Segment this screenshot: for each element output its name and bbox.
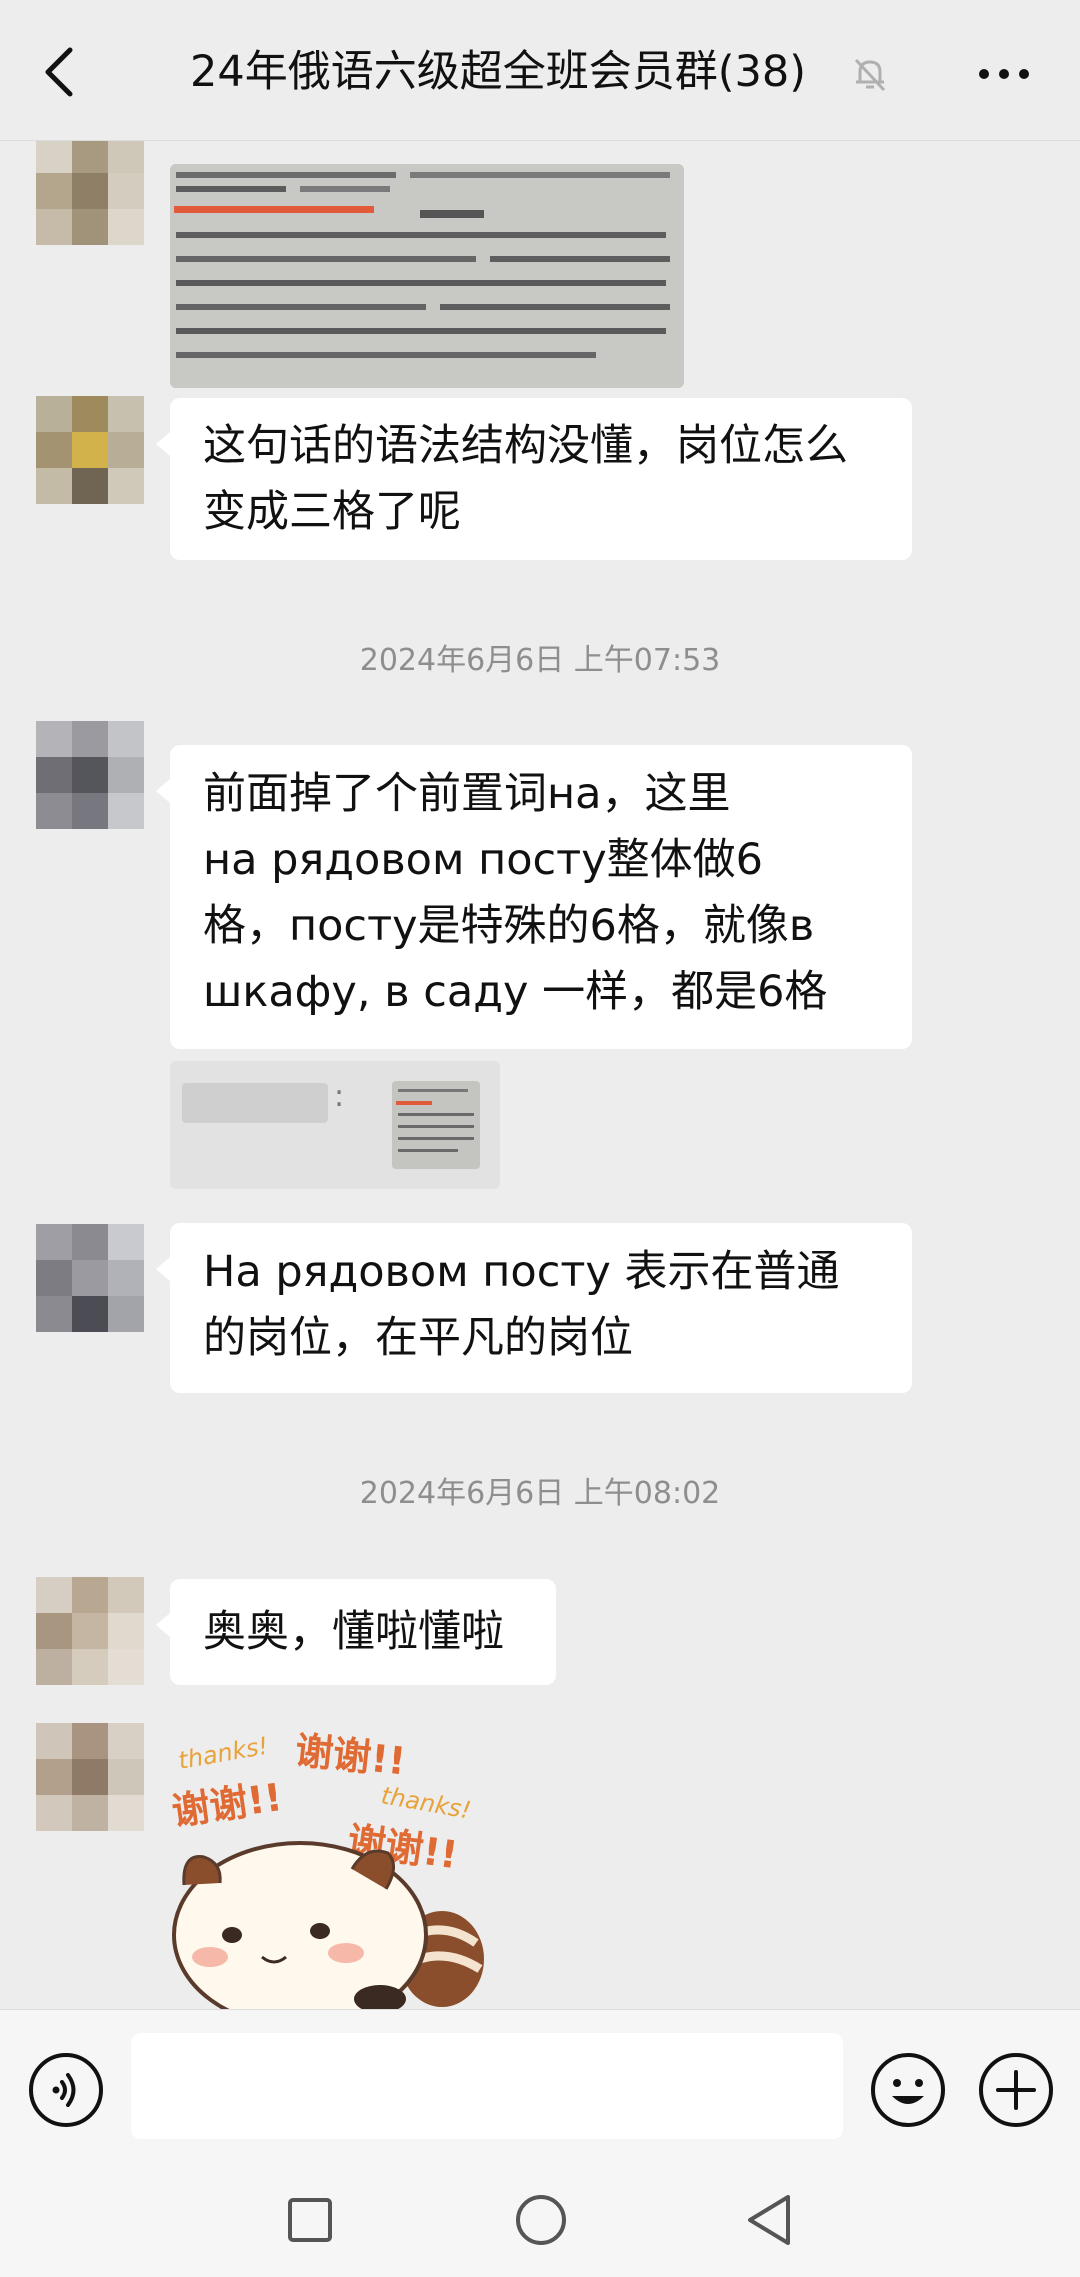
image-message[interactable] [170, 164, 684, 388]
quoted-message[interactable]: : [170, 1061, 500, 1189]
sticker-text: 谢谢!! [293, 1728, 408, 1783]
message-line: 格，посту是特殊的6格，就像в [203, 901, 815, 951]
quote-prefix: : [334, 1079, 345, 1114]
message-input[interactable] [131, 2033, 843, 2139]
message-line: 奥奥，懂啦懂啦 [203, 1607, 504, 1657]
plus-circle-icon[interactable] [978, 2052, 1054, 2128]
quote-sender-blurred [182, 1083, 328, 1123]
avatar[interactable] [36, 1723, 144, 1831]
timestamp: 2024年6月6日 上午08:02 [359, 1476, 721, 1511]
circle-icon[interactable] [514, 2193, 568, 2247]
photo-icon [170, 164, 684, 388]
text-message[interactable]: На рядовом посту 表示在普通 的岗位，在平凡的岗位 [156, 1223, 912, 1393]
square-icon[interactable] [286, 2196, 334, 2244]
chevron-left-icon[interactable] [38, 44, 82, 100]
raccoon-character [172, 1841, 428, 2009]
message-line: шкафу, в саду 一样，都是6格 [203, 967, 828, 1017]
ellipsis-icon[interactable] [976, 66, 1032, 82]
chat-title: 24年俄语六级超全班会员群(38) [190, 47, 806, 97]
text-message[interactable]: 前面掉了个前置词на，这里 на рядовом посту整体做6 格，пос… [156, 745, 912, 1049]
chat-header: 24年俄语六级超全班会员群(38) [0, 0, 1080, 141]
emoji-icon[interactable] [870, 2052, 946, 2128]
triangle-back-icon[interactable] [744, 2193, 794, 2247]
sticker-message[interactable]: thanks! 谢谢!! 谢谢!! thanks! 谢谢!! [170, 1713, 500, 2009]
sticker-text: thanks! [176, 1732, 270, 1775]
message-line: 的岗位，在平凡的岗位 [203, 1313, 633, 1363]
message-line: 这句话的语法结构没懂，岗位怎么 [203, 421, 848, 471]
message-list[interactable]: 这句话的语法结构没懂，岗位怎么 变成三格了呢 2024年6月6日 上午07:53… [0, 141, 1080, 2009]
voice-icon[interactable] [28, 2052, 104, 2128]
avatar[interactable] [36, 1577, 144, 1685]
message-line: 变成三格了呢 [203, 487, 461, 537]
avatar[interactable] [36, 141, 144, 249]
avatar[interactable] [36, 396, 144, 504]
text-message[interactable]: 这句话的语法结构没懂，岗位怎么 变成三格了呢 [156, 398, 912, 560]
bell-muted-icon [854, 58, 886, 92]
message-line: На рядовом посту 表示在普通 [203, 1247, 840, 1297]
quote-thumbnail [392, 1081, 480, 1169]
message-line: 前面掉了个前置词на，这里 [203, 769, 731, 819]
avatar[interactable] [36, 721, 144, 829]
sticker-text: 谢谢!! [170, 1775, 285, 1834]
avatar[interactable] [36, 1224, 144, 1332]
timestamp: 2024年6月6日 上午07:53 [359, 643, 721, 678]
sticker-text: thanks! [379, 1781, 473, 1824]
message-line: на рядовом посту整体做6 [203, 835, 764, 885]
text-message[interactable]: 奥奥，懂啦懂啦 [156, 1579, 556, 1685]
